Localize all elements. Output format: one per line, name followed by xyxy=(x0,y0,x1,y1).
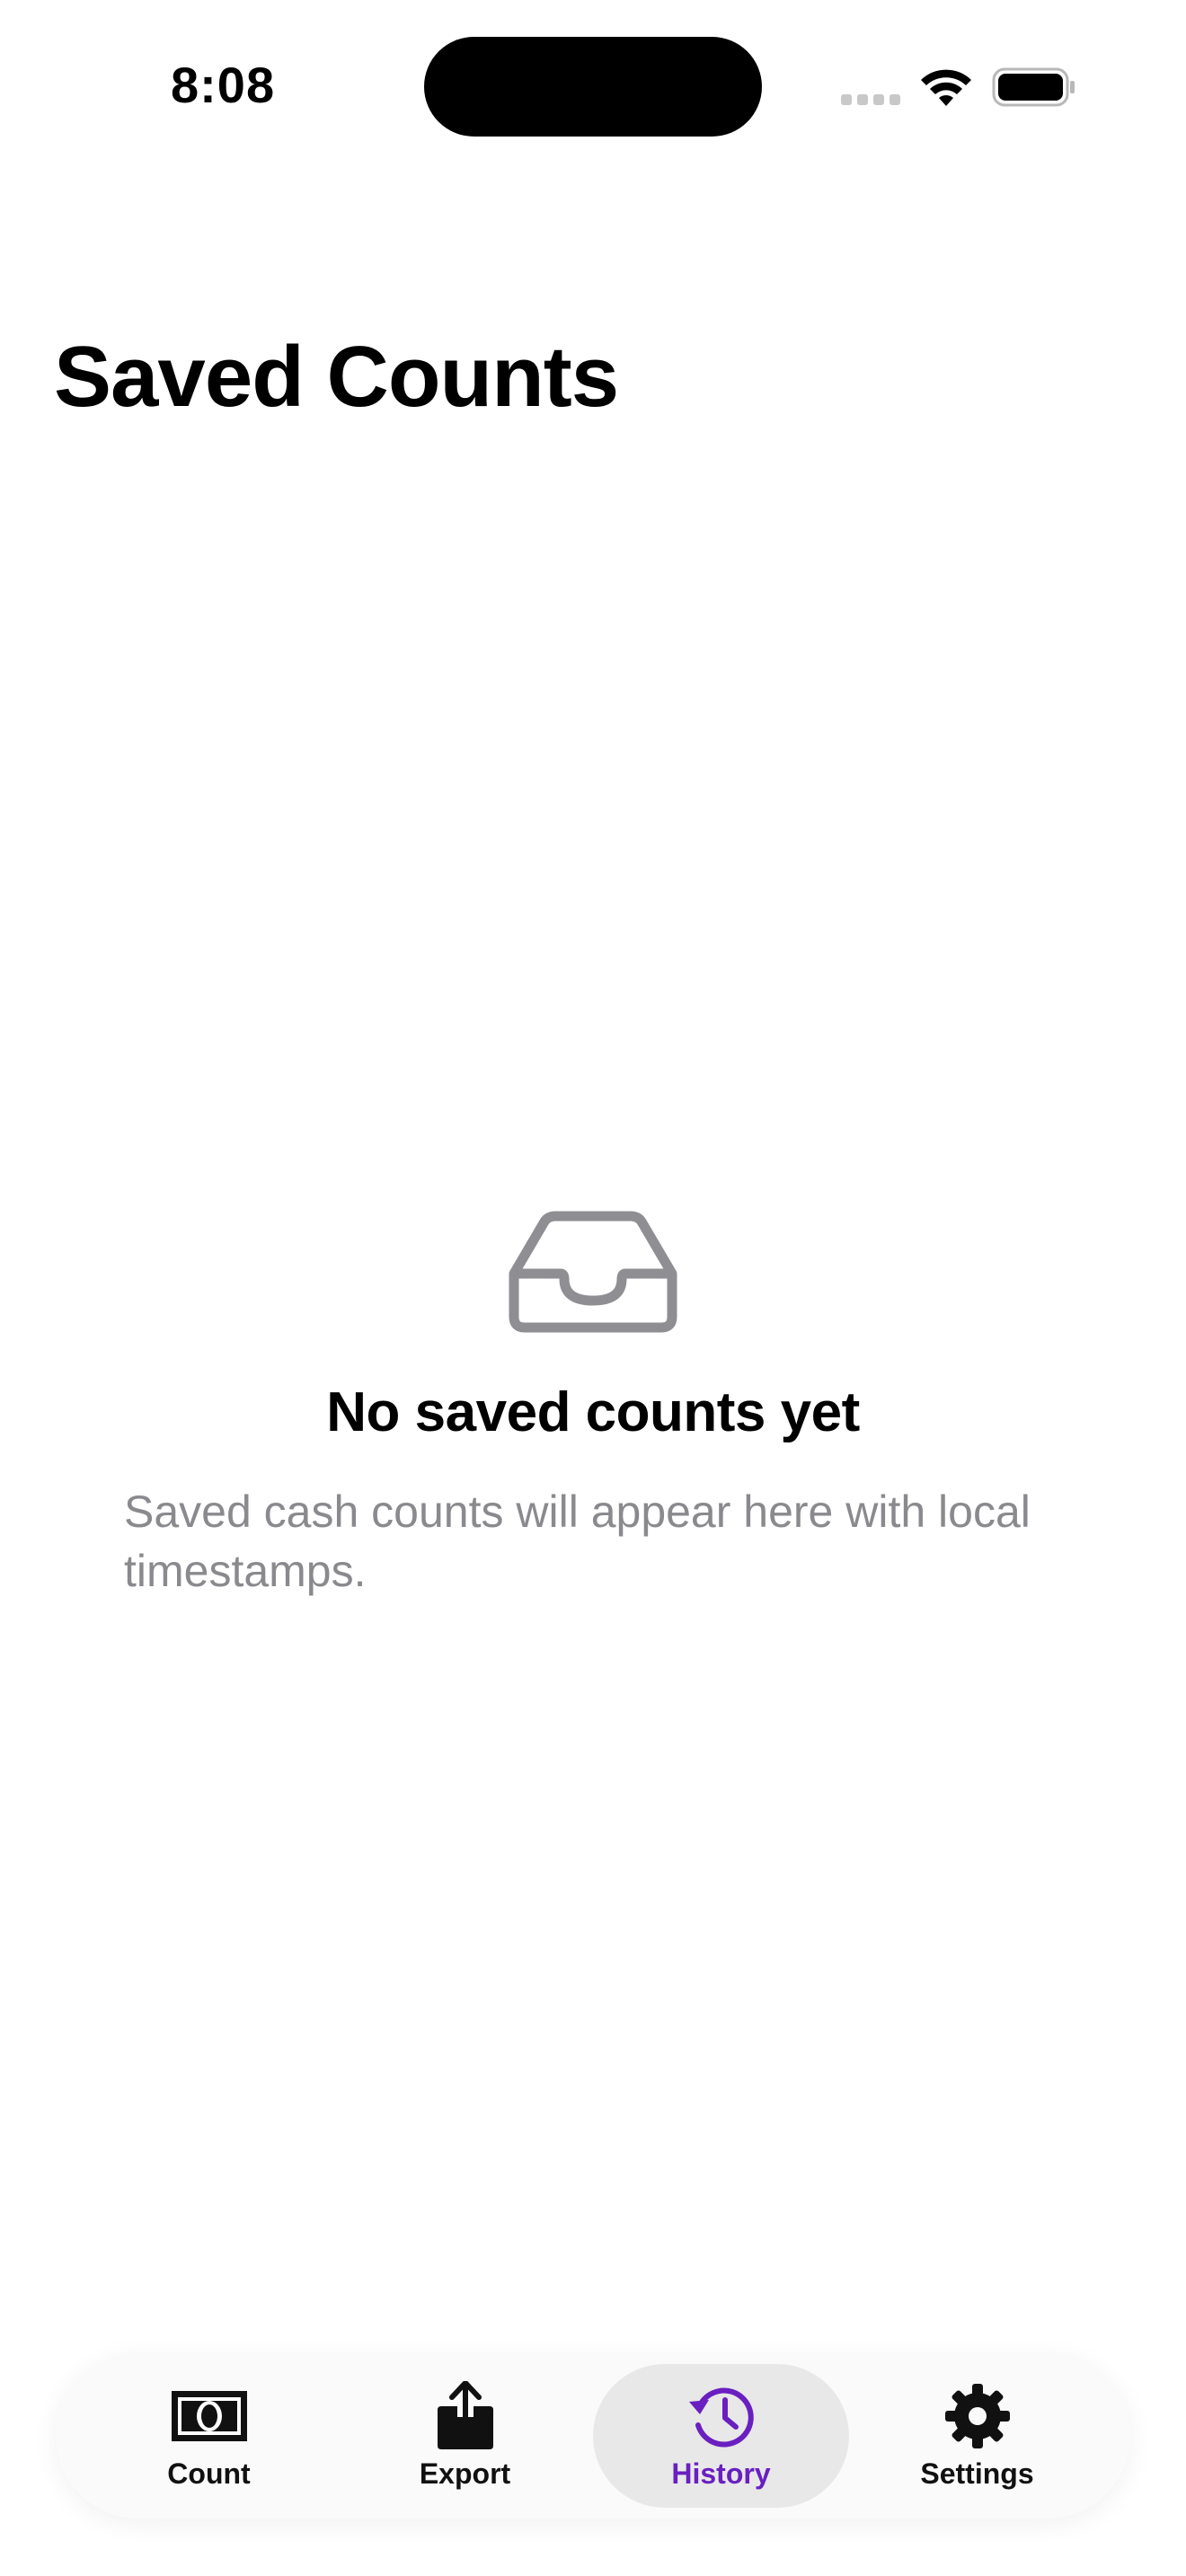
battery-icon xyxy=(992,67,1075,107)
tab-label: History xyxy=(671,2457,771,2490)
history-clock-icon xyxy=(681,2382,762,2450)
wifi-icon xyxy=(921,69,971,106)
tab-count[interactable]: Count xyxy=(81,2364,337,2508)
tab-settings[interactable]: Settings xyxy=(849,2364,1105,2508)
status-time: 8:08 xyxy=(171,57,276,113)
page-title: Saved Counts xyxy=(54,329,619,425)
dynamic-island xyxy=(424,37,762,137)
banknote-icon xyxy=(169,2382,250,2450)
tab-label: Export xyxy=(419,2457,511,2490)
tab-history[interactable]: History xyxy=(593,2364,849,2508)
screen: 8:08 Saved Counts No saved counts yet Sa… xyxy=(0,0,1186,2576)
empty-state-title: No saved counts yet xyxy=(326,1381,860,1443)
empty-state-description: Saved cash counts will appear here with … xyxy=(124,1486,1031,1596)
tab-bar: Count Export History Settings xyxy=(56,2353,1130,2519)
share-icon xyxy=(425,2380,506,2450)
inbox-tray-icon xyxy=(509,1211,677,1333)
gear-icon xyxy=(937,2382,1018,2450)
tab-export[interactable]: Export xyxy=(337,2364,593,2508)
tab-label: Settings xyxy=(920,2457,1034,2490)
tab-label: Count xyxy=(167,2457,251,2490)
cellular-icon xyxy=(841,94,900,105)
